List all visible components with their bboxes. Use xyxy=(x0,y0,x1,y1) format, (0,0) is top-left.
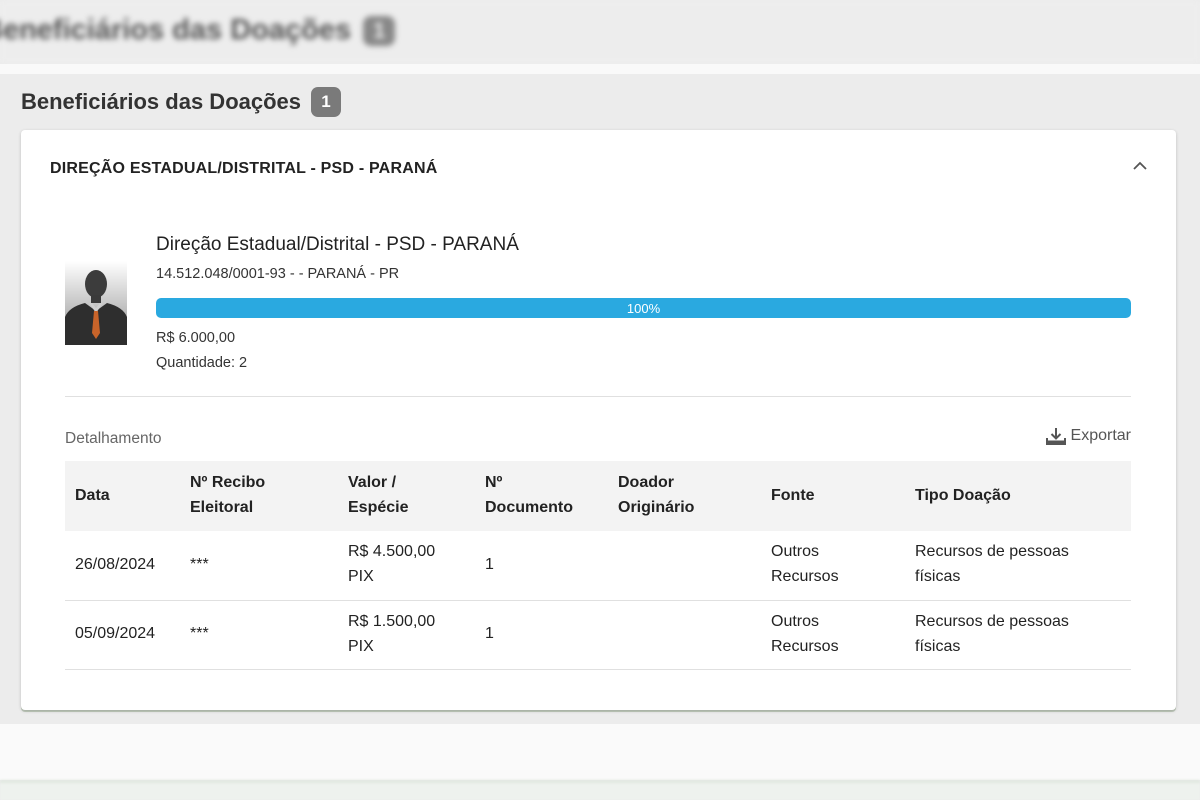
count-badge: 1 xyxy=(311,87,342,117)
table-row: 26/08/2024 *** R$ 4.500,00 PIX 1 Outros Re… xyxy=(65,531,1131,600)
avatar xyxy=(65,261,127,345)
export-button[interactable]: Exportar xyxy=(1045,427,1131,445)
col-doador: Doador Originário xyxy=(618,474,695,516)
entity-quantity: Quantidade: 2 xyxy=(156,355,248,371)
entity-subtitle: 14.512.048/0001-93 - - PARANÁ - PR xyxy=(156,266,400,282)
cell-recibo: *** xyxy=(190,555,209,573)
cell-recibo: *** xyxy=(190,625,209,643)
table-header-row: Data Nº Recibo Eleitoral Valor / Espécie N… xyxy=(65,461,1131,531)
col-fonte: Fonte xyxy=(771,486,815,504)
entity-name: Direção Estadual/Distrital - PSD - PARAN… xyxy=(156,234,519,255)
beneficiaries-section: Beneficiários das Doações 1 DIREÇÃO ESTA… xyxy=(0,74,1200,724)
cell-documento: 1 xyxy=(485,625,494,643)
blurred-sticky-header: Beneficiários das Doações 1 xyxy=(0,0,1200,64)
export-label: Exportar xyxy=(1070,427,1131,444)
card-header-title[interactable]: DIREÇÃO ESTADUAL/DISTRITAL - PSD - PARAN… xyxy=(50,160,437,178)
beneficiary-card: DIREÇÃO ESTADUAL/DISTRITAL - PSD - PARAN… xyxy=(21,130,1176,710)
cell-valor: R$ 4.500,00 PIX xyxy=(348,543,436,586)
cell-tipo: Recursos de pessoas físicas xyxy=(915,612,1069,655)
page-footer-area xyxy=(0,724,1200,780)
cell-doador xyxy=(608,531,761,600)
donations-table: Data Nº Recibo Eleitoral Valor / Espécie N… xyxy=(65,461,1131,670)
col-documento: Nº Documento xyxy=(485,474,573,516)
header-separator xyxy=(0,64,1200,74)
table-row: 05/09/2024 *** R$ 1.500,00 PIX 1 Outros Re… xyxy=(65,600,1131,669)
cell-documento: 1 xyxy=(485,555,494,573)
cell-tipo: Recursos de pessoas físicas xyxy=(915,543,1069,586)
progress-bar: 100% xyxy=(156,298,1131,318)
blurred-header-badge: 1 xyxy=(363,16,396,47)
cell-data: 26/08/2024 xyxy=(75,555,156,573)
entity-total: R$ 6.000,00 xyxy=(156,330,236,346)
cell-data: 05/09/2024 xyxy=(75,625,156,643)
download-icon xyxy=(1045,428,1066,445)
cell-fonte: Outros Recursos xyxy=(771,612,839,655)
cell-doador xyxy=(608,600,761,669)
cell-valor: R$ 1.500,00 PIX xyxy=(348,612,436,655)
blurred-header-title: Beneficiários das Doações 1 xyxy=(0,14,396,47)
col-data: Data xyxy=(75,486,110,504)
col-recibo: Nº Recibo Eleitoral xyxy=(190,474,266,516)
cell-fonte: Outros Recursos xyxy=(771,543,839,586)
col-tipo: Tipo Doação xyxy=(915,486,1011,504)
blurred-bottom-bar xyxy=(0,780,1200,800)
section-title: Beneficiários das Doações 1 xyxy=(21,87,342,117)
detail-label: Detalhamento xyxy=(65,430,162,447)
section-title-text: Beneficiários das Doações xyxy=(21,89,302,114)
chevron-up-icon xyxy=(1133,161,1147,170)
collapse-button[interactable] xyxy=(1128,154,1152,178)
divider xyxy=(65,396,1131,397)
col-valor: Valor / Espécie xyxy=(348,474,409,516)
progress-label: 100% xyxy=(626,300,661,316)
